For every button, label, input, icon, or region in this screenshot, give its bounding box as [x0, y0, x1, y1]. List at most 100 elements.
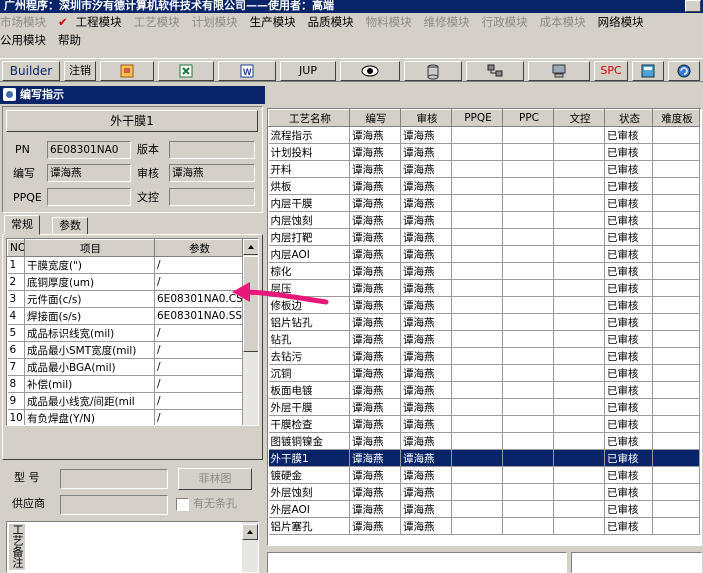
table-cell[interactable]: [553, 228, 605, 246]
table-cell[interactable]: [553, 449, 605, 467]
table-cell[interactable]: 谭海燕: [349, 330, 401, 348]
table-cell[interactable]: [502, 398, 554, 416]
table-cell[interactable]: [652, 279, 700, 297]
table-cell[interactable]: 谭海燕: [349, 517, 401, 535]
table-cell[interactable]: [502, 126, 554, 144]
param-cell-no[interactable]: 10: [7, 409, 25, 425]
table-cell[interactable]: [502, 262, 554, 280]
param-cell-item[interactable]: 补偿(mil): [24, 375, 155, 393]
table-row[interactable]: 图镀铜镍金 谭海燕 谭海燕 已审核: [268, 432, 700, 450]
menu-item[interactable]: 品质模块: [308, 13, 366, 31]
table-cell[interactable]: 谭海燕: [349, 483, 401, 501]
menu-item[interactable]: 行政模块: [482, 13, 540, 31]
table-cell[interactable]: 谭海燕: [349, 126, 401, 144]
param-cell-no[interactable]: 4: [7, 307, 25, 325]
table-cell[interactable]: 谭海燕: [400, 313, 452, 331]
param-cell-param[interactable]: /: [154, 358, 243, 376]
refresh-button[interactable]: [668, 61, 700, 81]
table-cell[interactable]: 谭海燕: [400, 517, 452, 535]
table-cell[interactable]: [553, 415, 605, 433]
table-row[interactable]: 去钻污 谭海燕 谭海燕 已审核: [268, 347, 700, 365]
model-field[interactable]: [60, 469, 168, 489]
param-row[interactable]: 4 焊接面(s/s) 6E08301NA0.SS: [7, 307, 243, 325]
table-cell[interactable]: 谭海燕: [400, 347, 452, 365]
table-cell[interactable]: 内层蚀刻: [268, 211, 350, 229]
reviewer-field[interactable]: 谭海燕: [169, 164, 255, 182]
table-cell[interactable]: 已审核: [604, 194, 653, 212]
table-cell[interactable]: 谭海燕: [400, 432, 452, 450]
table-row[interactable]: 干膜检查 谭海燕 谭海燕 已审核: [268, 415, 700, 433]
table-cell[interactable]: [502, 415, 554, 433]
table-cell[interactable]: 谭海燕: [400, 228, 452, 246]
param-row[interactable]: 2 底铜厚度(um) /: [7, 273, 243, 291]
table-cell[interactable]: [553, 177, 605, 195]
col-header[interactable]: 状态: [604, 109, 653, 127]
network-button[interactable]: [466, 61, 524, 81]
param-cell-no[interactable]: 3: [7, 290, 25, 308]
table-cell[interactable]: 谭海燕: [400, 381, 452, 399]
table-cell[interactable]: [553, 347, 605, 365]
table-cell[interactable]: [553, 330, 605, 348]
jup-button[interactable]: JUP: [280, 61, 336, 81]
table-cell[interactable]: [451, 228, 503, 246]
table-row[interactable]: 计划投料 谭海燕 谭海燕 已审核: [268, 143, 700, 161]
table-row[interactable]: 外层蚀刻 谭海燕 谭海燕 已审核: [268, 483, 700, 501]
col-header[interactable]: PPQE: [451, 109, 503, 127]
table-cell[interactable]: [502, 160, 554, 178]
menu-item[interactable]: 网络模块: [598, 13, 656, 31]
table-cell[interactable]: 已审核: [604, 279, 653, 297]
table-row[interactable]: 内层干膜 谭海燕 谭海燕 已审核: [268, 194, 700, 212]
table-cell[interactable]: [652, 211, 700, 229]
table-row[interactable]: 外层AOI 谭海燕 谭海燕 已审核: [268, 500, 700, 518]
table-cell[interactable]: [502, 466, 554, 484]
param-row[interactable]: 3 元件面(c/s) 6E08301NA0.CS: [7, 290, 243, 308]
table-cell[interactable]: [652, 313, 700, 331]
table-cell[interactable]: [451, 330, 503, 348]
table-cell[interactable]: [652, 296, 700, 314]
bottom-text-field[interactable]: [267, 552, 567, 573]
table-cell[interactable]: [451, 347, 503, 365]
table-row[interactable]: 铝片塞孔 谭海燕 谭海燕 已审核: [268, 517, 700, 535]
table-cell[interactable]: 谭海燕: [349, 432, 401, 450]
table-cell[interactable]: [502, 245, 554, 263]
param-cell-item[interactable]: 成品标识线宽(mil): [24, 324, 155, 342]
table-cell[interactable]: 已审核: [604, 228, 653, 246]
col-header[interactable]: 难度板: [652, 109, 700, 127]
table-cell[interactable]: [451, 279, 503, 297]
table-cell[interactable]: [451, 364, 503, 382]
table-row[interactable]: 钻孔 谭海燕 谭海燕 已审核: [268, 330, 700, 348]
table-row[interactable]: 镀硬金 谭海燕 谭海燕 已审核: [268, 466, 700, 484]
table-row[interactable]: 外干膜1 谭海燕 谭海燕 已审核: [268, 449, 700, 467]
param-cell-no[interactable]: 6: [7, 341, 25, 359]
table-cell[interactable]: 铝片钻孔: [268, 313, 350, 331]
table-cell[interactable]: [652, 466, 700, 484]
col-header[interactable]: 编写: [349, 109, 401, 127]
table-cell[interactable]: [451, 449, 503, 467]
pn-field[interactable]: 6E08301NA0: [47, 141, 131, 159]
table-cell[interactable]: [652, 432, 700, 450]
param-row[interactable]: 6 成品最小SMT宽度(mil) /: [7, 341, 243, 359]
table-cell[interactable]: 干膜检查: [268, 415, 350, 433]
table-cell[interactable]: 谭海燕: [400, 126, 452, 144]
table-cell[interactable]: 已审核: [604, 398, 653, 416]
table-cell[interactable]: 谭海燕: [349, 211, 401, 229]
menu-item[interactable]: 工艺模块: [134, 13, 192, 31]
table-cell[interactable]: [652, 245, 700, 263]
spc-button[interactable]: SPC: [594, 61, 628, 81]
table-cell[interactable]: [451, 398, 503, 416]
ppqe-field[interactable]: [47, 188, 131, 206]
table-cell[interactable]: 谭海燕: [400, 160, 452, 178]
table-row[interactable]: 板面电镀 谭海燕 谭海燕 已审核: [268, 381, 700, 399]
table-row[interactable]: 层压 谭海燕 谭海燕 已审核: [268, 279, 700, 297]
table-cell[interactable]: 谭海燕: [349, 143, 401, 161]
table-cell[interactable]: [652, 126, 700, 144]
table-cell[interactable]: 谭海燕: [400, 245, 452, 263]
table-cell[interactable]: [553, 364, 605, 382]
table-cell[interactable]: 已审核: [604, 126, 653, 144]
table-cell[interactable]: [652, 364, 700, 382]
table-row[interactable]: 修板边 谭海燕 谭海燕 已审核: [268, 296, 700, 314]
menu-item[interactable]: 成本模块: [540, 13, 598, 31]
table-cell[interactable]: 已审核: [604, 449, 653, 467]
table-cell[interactable]: [451, 194, 503, 212]
tab-params[interactable]: 参数: [52, 217, 88, 235]
